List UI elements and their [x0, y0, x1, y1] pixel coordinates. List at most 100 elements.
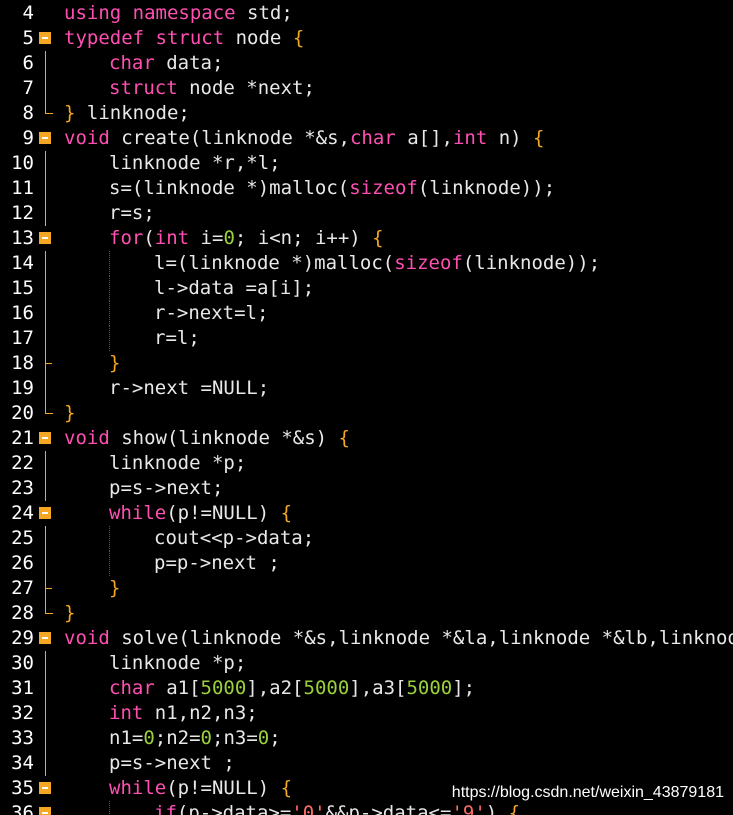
code-text[interactable]: void create(linknode *&s,char a[],int n)…: [64, 126, 545, 151]
code-text[interactable]: r=s;: [109, 201, 155, 226]
fold-collapse-icon[interactable]: [39, 132, 51, 144]
code-line[interactable]: 34 p=s->next ;: [0, 751, 733, 776]
fold-collapse-icon[interactable]: [39, 232, 51, 244]
code-token: for: [109, 227, 144, 249]
line-number: 31: [11, 677, 34, 699]
code-line[interactable]: 22 linknode *p;: [0, 451, 733, 476]
code-line[interactable]: 5 typedef struct node {: [0, 26, 733, 51]
code-line[interactable]: 26 p=p->next ;: [0, 551, 733, 576]
code-text[interactable]: }: [109, 351, 120, 376]
code-text[interactable]: }: [64, 601, 75, 626]
code-token: 0: [143, 727, 155, 749]
code-text[interactable]: using namespace std;: [64, 1, 293, 26]
code-text[interactable]: char data;: [109, 51, 223, 76]
fold-collapse-icon[interactable]: [39, 432, 51, 444]
code-line[interactable]: 4 using namespace std;: [0, 1, 733, 26]
code-text[interactable]: linknode *p;: [109, 651, 246, 676]
code-text[interactable]: typedef struct node {: [64, 26, 304, 51]
code-line[interactable]: 19 r->next =NULL;: [0, 376, 733, 401]
code-token: (p!=NULL): [166, 502, 281, 524]
code-line[interactable]: 8} linknode;: [0, 101, 733, 126]
code-line[interactable]: 13 for(int i=0; i<n; i++) {: [0, 226, 733, 251]
line-number: 25: [11, 527, 34, 549]
code-text[interactable]: p=p->next ;: [154, 551, 280, 576]
code-text[interactable]: l=(linknode *)malloc(sizeof(linknode));: [154, 251, 600, 276]
fold-end-marker: [45, 601, 53, 614]
code-line[interactable]: 14 l=(linknode *)malloc(sizeof(linknode))…: [0, 251, 733, 276]
fold-guide-line: [45, 51, 46, 76]
code-token: a1[: [154, 677, 201, 699]
code-text[interactable]: while(p!=NULL) {: [109, 501, 292, 526]
code-line[interactable]: 29 void solve(linknode *&s,linknode *&la,…: [0, 626, 733, 651]
code-line[interactable]: 24 while(p!=NULL) {: [0, 501, 733, 526]
code-text[interactable]: s=(linknode *)malloc(sizeof(linknode));: [109, 176, 555, 201]
code-text[interactable]: r=l;: [154, 326, 200, 351]
code-text[interactable]: }: [109, 576, 120, 601]
code-text[interactable]: r->next =NULL;: [109, 376, 269, 401]
code-line[interactable]: 31 char a1[5000],a2[5000],a3[5000];: [0, 676, 733, 701]
fold-collapse-icon[interactable]: [39, 32, 51, 44]
code-text[interactable]: int n1,n2,n3;: [109, 701, 258, 726]
code-line[interactable]: 17 r=l;: [0, 326, 733, 351]
code-line[interactable]: 20}: [0, 401, 733, 426]
code-line[interactable]: 11 s=(linknode *)malloc(sizeof(linknode))…: [0, 176, 733, 201]
code-token: n): [487, 127, 534, 149]
code-text[interactable]: linknode *r,*l;: [109, 151, 281, 176]
code-line[interactable]: 12 r=s;: [0, 201, 733, 226]
code-line[interactable]: 33 n1=0;n2=0;n3=0;: [0, 726, 733, 751]
code-line[interactable]: 32 int n1,n2,n3;: [0, 701, 733, 726]
code-line[interactable]: 15 l->data =a[i];: [0, 276, 733, 301]
code-token: 0: [223, 227, 235, 249]
code-token: (linknode));: [417, 177, 556, 199]
code-text[interactable]: if(p->data>='0'&&p->data<='9') {: [154, 801, 520, 815]
code-line[interactable]: 21 void show(linknode *&s) {: [0, 426, 733, 451]
code-token: using: [64, 2, 122, 24]
code-text[interactable]: struct node *next;: [109, 76, 315, 101]
code-line[interactable]: 28}: [0, 601, 733, 626]
code-line[interactable]: 6 char data;: [0, 51, 733, 76]
code-line[interactable]: 23 p=s->next;: [0, 476, 733, 501]
code-text[interactable]: l->data =a[i];: [154, 276, 314, 301]
code-text[interactable]: r->next=l;: [154, 301, 268, 326]
code-line[interactable]: 27}: [0, 576, 733, 601]
code-text[interactable]: void solve(linknode *&s,linknode *&la,li…: [64, 626, 733, 651]
code-text[interactable]: cout<<p->data;: [154, 526, 314, 551]
code-token: struct: [155, 27, 225, 49]
fold-collapse-icon[interactable]: [39, 507, 51, 519]
code-line[interactable]: 16 r->next=l;: [0, 301, 733, 326]
code-text[interactable]: } linknode;: [64, 101, 190, 126]
code-text[interactable]: p=s->next;: [109, 476, 223, 501]
code-token: (p!=NULL): [166, 777, 281, 799]
code-text[interactable]: p=s->next ;: [109, 751, 235, 776]
code-editor[interactable]: 36 if(p->data>='0'&&p->data<='9') { 35 whil…: [0, 0, 733, 815]
code-text[interactable]: char a1[5000],a2[5000],a3[5000];: [109, 676, 475, 701]
indent-guide: [109, 251, 110, 276]
fold-collapse-icon[interactable]: [39, 807, 51, 815]
code-token: l=(linknode *)malloc(: [154, 252, 395, 274]
code-token: a[],: [395, 127, 453, 149]
code-token: {: [508, 802, 521, 815]
code-text[interactable]: linknode *p;: [109, 451, 246, 476]
fold-end-marker: [45, 101, 53, 114]
code-line[interactable]: 25 cout<<p->data;: [0, 526, 733, 551]
code-line[interactable]: 10 linknode *r,*l;: [0, 151, 733, 176]
code-line[interactable]: 30 linknode *p;: [0, 651, 733, 676]
code-text[interactable]: for(int i=0; i<n; i++) {: [109, 226, 384, 251]
fold-collapse-icon[interactable]: [39, 782, 51, 794]
code-text[interactable]: n1=0;n2=0;n3=0;: [109, 726, 281, 751]
code-text[interactable]: void show(linknode *&s) {: [64, 426, 350, 451]
code-token: r->next =NULL;: [109, 377, 270, 399]
line-number: 35: [11, 777, 34, 799]
code-token: ;n3=: [212, 727, 258, 749]
fold-collapse-icon[interactable]: [39, 632, 51, 644]
line-number: 20: [11, 402, 34, 424]
code-line[interactable]: 36 if(p->data>='0'&&p->data<='9') {: [0, 801, 733, 815]
code-token: void: [64, 627, 110, 649]
code-line[interactable]: 7 struct node *next;: [0, 76, 733, 101]
code-text[interactable]: }: [64, 401, 75, 426]
code-line[interactable]: 18}: [0, 351, 733, 376]
indent-guide: [109, 326, 110, 351]
code-text[interactable]: while(p!=NULL) {: [109, 776, 292, 801]
code-line[interactable]: 9 void create(linknode *&s,char a[],int n…: [0, 126, 733, 151]
code-token: ; i<n; i++): [234, 227, 373, 249]
